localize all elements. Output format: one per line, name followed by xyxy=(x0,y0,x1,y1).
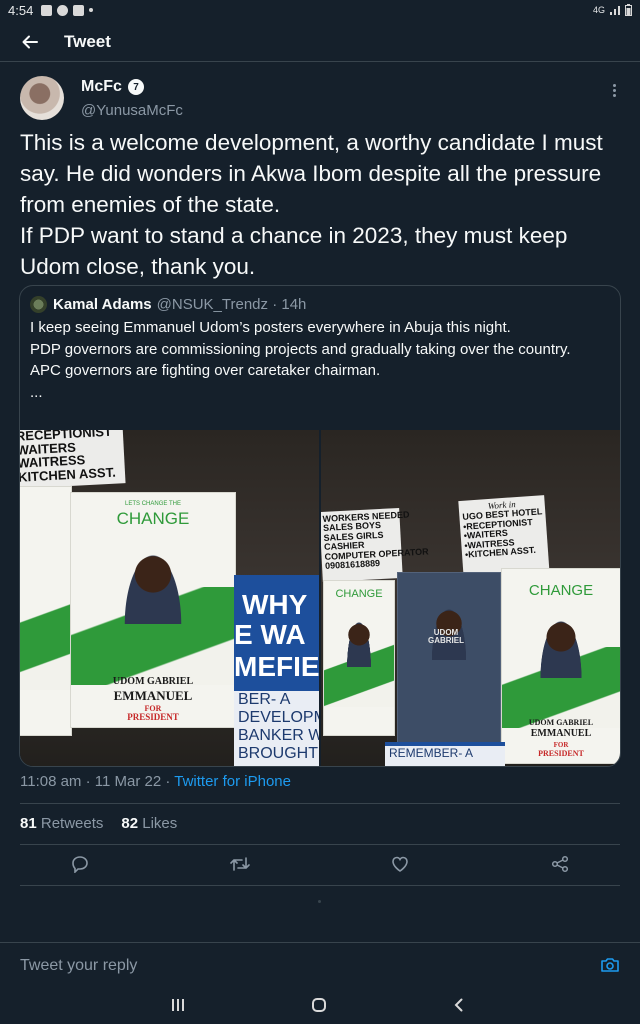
blue-poster-ewa: E WA xyxy=(234,619,306,650)
top-bar: Tweet xyxy=(0,22,640,62)
reply-button[interactable] xyxy=(68,852,92,876)
poster-change: CHANGE xyxy=(116,509,190,528)
tweet-text: This is a welcome development, a worthy … xyxy=(20,130,603,279)
author-handle[interactable]: @YunusaMcFc xyxy=(81,102,183,119)
home-icon xyxy=(312,998,326,1012)
status-bar: 4:54 4G xyxy=(0,0,640,20)
share-icon xyxy=(551,855,569,873)
divider xyxy=(20,844,620,845)
notification-icons xyxy=(41,4,94,16)
more-dots-icon xyxy=(612,83,616,87)
notification-dot-icon xyxy=(89,8,94,12)
campaign-poster: LETS CHANGE THE CHANGE UDOM GABRIEL EMMA… xyxy=(70,492,236,728)
poster-mid-name: UDOM GABRIEL xyxy=(428,628,464,645)
system-nav-bar xyxy=(0,986,640,1024)
poster-president-large: PRESIDENT xyxy=(538,749,584,758)
retweets-count: 81 xyxy=(20,815,37,832)
retweet-button[interactable] xyxy=(228,852,252,876)
media-photo-right[interactable]: WORKERS NEEDED SALES BOYS SALES GIRLS CA… xyxy=(321,430,620,766)
status-right: 4G xyxy=(593,4,632,16)
avatar[interactable] xyxy=(20,76,64,120)
back-button[interactable] xyxy=(10,22,50,62)
snapchat-icon xyxy=(57,4,69,16)
more-dot xyxy=(612,93,616,97)
system-back-button[interactable] xyxy=(449,995,469,1015)
poster-for-large: FOR xyxy=(553,741,569,749)
workers-needed-sign: WORKERS NEEDED SALES BOYS SALES GIRLS CA… xyxy=(321,507,429,583)
quote-text: I keep seeing Emmanuel Udom’s posters ev… xyxy=(30,319,571,401)
like-button[interactable] xyxy=(388,852,412,876)
poster-name-first-large: UDOM GABRIEL xyxy=(528,718,594,727)
page-title: Tweet xyxy=(64,31,111,51)
likes-count: 82 xyxy=(121,815,139,832)
quote-author-handle: @NSUK_Trendz · 14h xyxy=(156,295,307,313)
job-sign: RECEPTIONIST WAITERS WAITRESS KITCHEN AS… xyxy=(20,430,126,489)
share-button[interactable] xyxy=(548,852,572,876)
campaign-poster-dark: UDOM GABRIEL xyxy=(397,572,501,748)
blue-poster-mefie: MEFIE xyxy=(234,651,319,682)
likes-stat[interactable]: 82 Likes xyxy=(121,815,177,832)
reply-icon xyxy=(72,856,88,873)
campaign-poster-large: CHANGE UDOM GABRIEL EMMANUEL FOR PRESIDE… xyxy=(501,568,620,764)
divider xyxy=(20,803,620,804)
reply-input[interactable]: Tweet your reply xyxy=(20,957,137,975)
poster-change-large: CHANGE xyxy=(528,582,594,599)
poster-change-small: CHANGE xyxy=(335,588,383,600)
quote-header: Kamal Adams @NSUK_Trendz · 14h xyxy=(30,294,306,314)
message-icon xyxy=(73,4,85,16)
signal-icon xyxy=(610,5,620,15)
tweet-actions xyxy=(0,852,640,876)
quoted-tweet[interactable]: Kamal Adams @NSUK_Trendz · 14h I keep se… xyxy=(19,285,621,767)
back-arrow-icon xyxy=(22,35,38,48)
recent-apps-button[interactable] xyxy=(168,995,188,1015)
poster-name-first: UDOM GABRIEL xyxy=(112,676,194,687)
retweets-label: Retweets xyxy=(40,815,104,832)
poster-name-last: EMMANUEL xyxy=(113,688,193,703)
blue-poster: WHY E WA MEFIE BER- A DEVELOPMENT BANKER… xyxy=(234,575,319,766)
poster-tagline: LETS CHANGE THE xyxy=(125,501,181,507)
retweets-stat[interactable]: 81 Retweets xyxy=(20,815,103,832)
campaign-poster-small: CHANGE xyxy=(323,580,395,736)
divider xyxy=(20,885,620,886)
candidate-portrait-large xyxy=(537,611,585,678)
author-name[interactable]: McFc xyxy=(81,78,122,96)
reply-bar: Tweet your reply xyxy=(0,942,640,986)
more-options-button[interactable] xyxy=(604,80,624,100)
status-time: 4:54 xyxy=(8,2,34,18)
gallery-icon xyxy=(41,4,53,16)
candidate-portrait xyxy=(120,544,186,625)
hotel-sign-text: UGO BEST HOTEL •RECEPTIONIST •WAITERS •W… xyxy=(462,506,543,560)
blue-poster-text: BER- A DEVELOPMENT BANKER WAS BROUGHT IN… xyxy=(234,691,319,766)
more-dot xyxy=(612,88,616,92)
network-label: 4G xyxy=(592,5,605,15)
likes-label: Likes xyxy=(142,815,178,832)
poster-president: PRESIDENT xyxy=(127,712,179,722)
candidate-portrait-small xyxy=(345,614,373,668)
camera-icon[interactable] xyxy=(600,955,620,975)
tweet-timestamp: 11:08 am · 11 Mar 22 · Twitter for iPhon… xyxy=(20,773,291,790)
back-chevron-icon xyxy=(454,998,463,1012)
tweet-stats: 81 Retweets 82 Likes xyxy=(20,815,177,832)
poster-name-last-large: EMMANUEL xyxy=(530,728,592,739)
recent-apps-icon xyxy=(172,999,184,1011)
blue-poster-right-text: REMEMBER- A xyxy=(385,746,505,766)
timestamp-text: 11:08 am · 11 Mar 22 · xyxy=(20,773,175,790)
quote-author-name: Kamal Adams xyxy=(53,295,152,313)
battery-icon xyxy=(625,4,632,16)
tweet-author: McFc 7 @YunusaMcFc xyxy=(20,76,620,124)
retweet-icon xyxy=(230,857,250,871)
home-button[interactable] xyxy=(309,995,329,1015)
media-photo-left[interactable]: RECEPTIONIST WAITERS WAITRESS KITCHEN AS… xyxy=(20,430,319,766)
verified-badge-icon: 7 xyxy=(128,79,144,95)
quote-media[interactable]: RECEPTIONIST WAITERS WAITRESS KITCHEN AS… xyxy=(20,430,620,766)
side-poster xyxy=(20,486,72,736)
heart-icon xyxy=(392,856,408,872)
tweet-source-link[interactable]: Twitter for iPhone xyxy=(174,773,291,790)
quote-avatar xyxy=(30,295,47,313)
loading-indicator xyxy=(318,900,321,903)
blue-poster-right: REMEMBER- A xyxy=(385,742,505,766)
blue-poster-why: WHY xyxy=(242,589,308,620)
